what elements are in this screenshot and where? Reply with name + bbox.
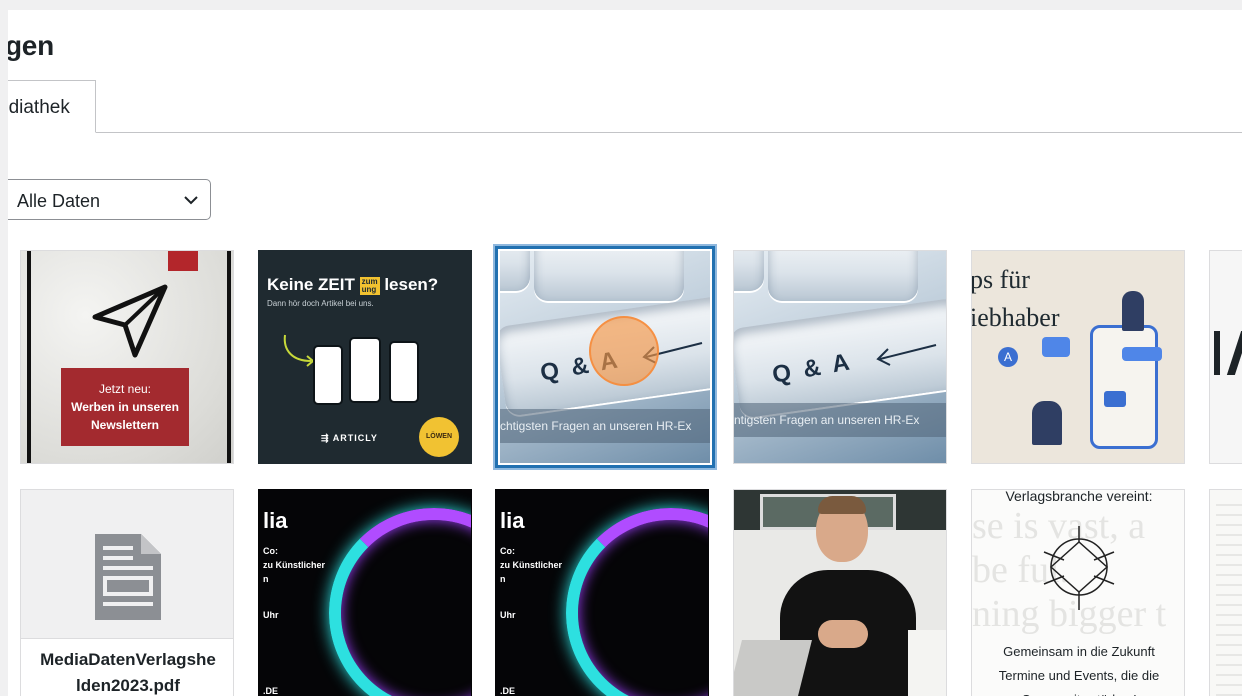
app-store-icon: A <box>998 347 1018 367</box>
community-line-1: Gemeinsam in die Zukunft <box>1003 644 1155 659</box>
play-icon <box>1104 391 1126 407</box>
media-item-pdf[interactable]: MediaDatenVerlagshe lden2023.pdf <box>20 489 234 696</box>
articly-subline: Dann hör doch Artikel bei uns. <box>267 299 374 308</box>
chair <box>908 630 946 696</box>
media-item-ai-event-2[interactable]: lia Co: zu Künstlicher n Uhr .DE <box>495 489 709 696</box>
media-modal: gen ediathek Alle Daten Jetzt neu: Werbe… <box>8 10 1242 696</box>
chat-bubble <box>1042 337 1070 357</box>
loewen-badge: LÖWEN <box>419 417 459 457</box>
badge-text: LÖWEN <box>425 433 453 440</box>
media-item-articly[interactable]: Keine ZEIT zum ung lesen? Dann hör doch A… <box>258 250 472 464</box>
community-line-2: Termine und Events, die die <box>998 668 1160 683</box>
chat-bubble-2 <box>1122 347 1162 361</box>
person-hands <box>818 620 868 648</box>
key-top <box>534 251 684 301</box>
event-line-3: n <box>500 574 506 584</box>
phone-mock-1 <box>313 345 343 405</box>
page-title: gen <box>8 30 54 61</box>
partial-glyph-2 <box>1226 331 1242 375</box>
qa-caption: chtigsten Fragen an unseren HR-Ex <box>500 409 710 443</box>
media-item-ai-event-1[interactable]: lia Co: zu Künstlicher n Uhr .DE <box>258 489 472 696</box>
person-figure <box>1032 401 1062 445</box>
partial-glyph <box>1214 331 1220 375</box>
headline-part-a: Keine ZEIT <box>267 275 355 294</box>
community-heading: Verlagsbranche vereint: <box>1005 489 1153 504</box>
pdf-filename-1: MediaDatenVerlagshe <box>40 650 216 669</box>
date-filter-select[interactable]: Alle Daten <box>8 179 211 220</box>
tips-title: ps für iebhaber <box>971 261 1060 337</box>
media-item-qa[interactable]: Q & A ntigsten Fragen an unseren HR-Ex <box>733 250 947 464</box>
hands-circle-icon <box>1043 526 1115 610</box>
event-title: lia <box>500 508 525 533</box>
event-line-3: n <box>263 574 269 584</box>
event-url: .DE <box>500 686 516 696</box>
arrow-left-icon <box>876 344 937 366</box>
phone-illustration <box>1090 325 1158 449</box>
pdf-filename: MediaDatenVerlagshe lden2023.pdf <box>21 638 233 696</box>
headline-part-b: lesen? <box>384 275 439 294</box>
tab-bar: ediathek <box>8 80 1242 133</box>
pdf-filename-2: lden2023.pdf <box>76 676 180 695</box>
articly-headline: Keine ZEIT zum ung lesen? <box>267 275 438 295</box>
key-top-left <box>734 251 764 291</box>
document-icon <box>95 534 161 620</box>
neon-ring <box>329 508 471 696</box>
banner-line-2: Werben in unseren <box>71 400 179 414</box>
date-filter-value: Alle Daten <box>17 191 101 211</box>
banner-line-3: Newslettern <box>90 418 160 432</box>
media-item-tips[interactable]: ps für iebhaber A <box>971 250 1185 464</box>
tab-mediathek[interactable]: ediathek <box>8 80 96 133</box>
event-line-2: zu Künstlicher <box>500 560 563 570</box>
headline-sup-2: ung <box>361 284 377 294</box>
event-title: lia <box>263 508 288 533</box>
articly-brand-text: ARTICLY <box>332 433 378 443</box>
person-figure-2 <box>1122 291 1144 331</box>
cursor-highlight <box>589 316 659 386</box>
neon-ring <box>566 508 708 696</box>
banner-line-1: Jetzt neu: <box>98 382 152 396</box>
tips-line-1: ps für <box>971 265 1030 294</box>
event-time: Uhr <box>500 610 516 620</box>
event-url: .DE <box>263 686 279 696</box>
community-line-3: Community stärken! <box>972 688 1184 696</box>
paper-plane-icon <box>92 284 168 358</box>
community-text: Gemeinsam in die Zukunft Termine und Eve… <box>972 640 1184 696</box>
media-item-newsletter[interactable]: Jetzt neu: Werben in unseren Newslettern <box>20 250 234 464</box>
event-time: Uhr <box>263 610 279 620</box>
tab-mediathek-label: ediathek <box>8 97 70 118</box>
key-top-left <box>500 251 530 291</box>
phone-mock-3 <box>389 341 419 403</box>
partial-lines <box>1216 496 1242 696</box>
red-tag <box>168 251 198 271</box>
media-item-community[interactable]: se is vast, a be ful. ning bigger t Verl… <box>971 489 1185 696</box>
event-details: Co: zu Künstlicher n <box>500 544 562 586</box>
media-item-partial-2[interactable] <box>1209 489 1242 696</box>
media-item-partial-1[interactable] <box>1209 250 1242 464</box>
event-line-1: Co: <box>500 546 515 556</box>
newsletter-banner: Jetzt neu: Werben in unseren Newslettern <box>61 368 189 446</box>
media-item-qa-selected[interactable]: Q & A chtigsten Fragen an unseren HR-Ex <box>495 246 715 468</box>
articly-brand: ⇶ ARTICLY <box>321 433 378 443</box>
qa-caption: ntigsten Fragen an unseren HR-Ex <box>734 403 946 437</box>
event-details: Co: zu Künstlicher n <box>263 544 325 586</box>
phone-mock-2 <box>349 337 381 403</box>
tips-line-2: iebhaber <box>971 303 1060 332</box>
person-hair <box>818 496 866 514</box>
event-line-1: Co: <box>263 546 278 556</box>
media-item-portrait[interactable] <box>733 489 947 696</box>
event-line-2: zu Künstlicher <box>263 560 326 570</box>
chevron-down-icon <box>184 196 198 205</box>
headline-sup: zum ung <box>359 276 380 295</box>
key-top <box>768 251 918 301</box>
